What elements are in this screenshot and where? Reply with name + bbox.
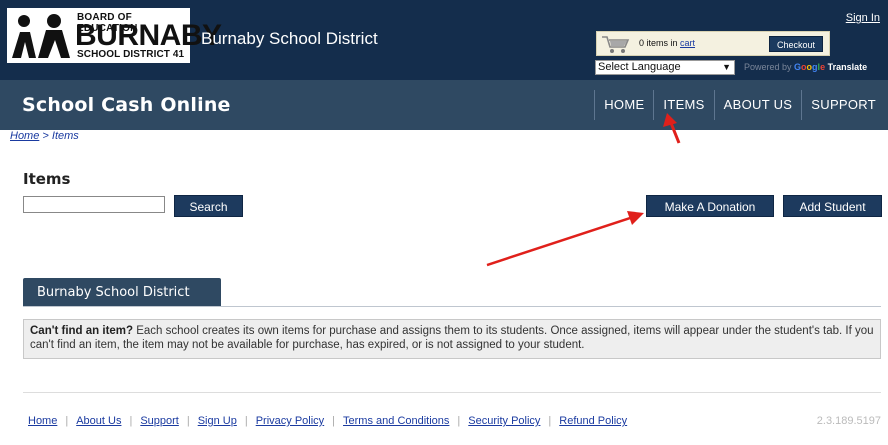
language-select[interactable]: Select Language ▼ bbox=[595, 60, 735, 75]
nav-menu: HOME ITEMS ABOUT US SUPPORT bbox=[594, 90, 885, 120]
breadcrumb-home[interactable]: Home bbox=[10, 130, 39, 142]
cart-link[interactable]: cart bbox=[680, 38, 695, 48]
sign-in-link[interactable]: Sign In bbox=[846, 12, 880, 24]
footer-link-terms[interactable]: Terms and Conditions bbox=[343, 415, 449, 427]
make-donation-button[interactable]: Make A Donation bbox=[646, 195, 774, 217]
brand-title[interactable]: School Cash Online bbox=[22, 94, 231, 116]
tab-burnaby-school-district[interactable]: Burnaby School District bbox=[23, 278, 221, 307]
footer-link-about-us[interactable]: About Us bbox=[76, 415, 121, 427]
cart-count-text: 0 items in bbox=[639, 38, 681, 48]
nav-items[interactable]: ITEMS bbox=[653, 90, 713, 120]
footer-link-privacy-policy[interactable]: Privacy Policy bbox=[256, 415, 324, 427]
footer-divider bbox=[23, 392, 881, 393]
arrow-to-donation-icon bbox=[486, 211, 644, 267]
page-title: Items bbox=[23, 170, 71, 188]
footer-link-security-policy[interactable]: Security Policy bbox=[468, 415, 540, 427]
main-nav-bar: School Cash Online HOME ITEMS ABOUT US S… bbox=[0, 80, 888, 130]
add-student-button[interactable]: Add Student bbox=[783, 195, 882, 217]
info-message-title: Can't find an item? bbox=[30, 325, 134, 337]
footer-links: Home | About Us | Support | Sign Up | Privac… bbox=[28, 415, 628, 427]
footer-link-sign-up[interactable]: Sign Up bbox=[198, 415, 237, 427]
search-button[interactable]: Search bbox=[174, 195, 243, 217]
logo-line-2: BURNABY bbox=[75, 19, 222, 52]
translate-link[interactable]: Translate bbox=[828, 62, 868, 72]
language-selected: Select Language bbox=[598, 61, 681, 73]
powered-by-text: Powered by bbox=[744, 62, 795, 72]
breadcrumb-separator: > bbox=[39, 130, 52, 142]
info-message-text: Each school creates its own items for pu… bbox=[30, 325, 874, 351]
search-input[interactable] bbox=[23, 196, 165, 213]
nav-home[interactable]: HOME bbox=[594, 90, 653, 120]
district-title: Burnaby School District bbox=[201, 29, 378, 48]
top-header: BOARD OF EDUCATION BURNABY SCHOOL DISTRI… bbox=[0, 0, 888, 80]
footer-link-home[interactable]: Home bbox=[28, 415, 57, 427]
version-number: 2.3.189.5197 bbox=[816, 415, 881, 427]
district-logo[interactable]: BOARD OF EDUCATION BURNABY SCHOOL DISTRI… bbox=[7, 8, 222, 63]
tab-divider bbox=[23, 306, 881, 307]
breadcrumb: Home > Items bbox=[10, 130, 79, 142]
checkout-button[interactable]: Checkout bbox=[769, 36, 823, 52]
nav-about-us[interactable]: ABOUT US bbox=[713, 90, 802, 120]
chevron-down-icon: ▼ bbox=[722, 62, 731, 72]
shopping-cart-icon bbox=[602, 36, 630, 53]
logo-line-3: SCHOOL DISTRICT 41 bbox=[77, 49, 185, 60]
people-logo-icon bbox=[12, 14, 70, 58]
footer-link-refund-policy[interactable]: Refund Policy bbox=[559, 415, 627, 427]
cart-widget: 0 items in cart Checkout bbox=[596, 31, 830, 56]
powered-by-google: Powered by Google Translate bbox=[744, 62, 868, 72]
cart-status: 0 items in cart bbox=[639, 38, 695, 48]
nav-support[interactable]: SUPPORT bbox=[801, 90, 885, 120]
info-message: Can't find an item? Each school creates … bbox=[23, 319, 881, 359]
footer-link-support[interactable]: Support bbox=[140, 415, 179, 427]
breadcrumb-current: Items bbox=[51, 130, 79, 142]
